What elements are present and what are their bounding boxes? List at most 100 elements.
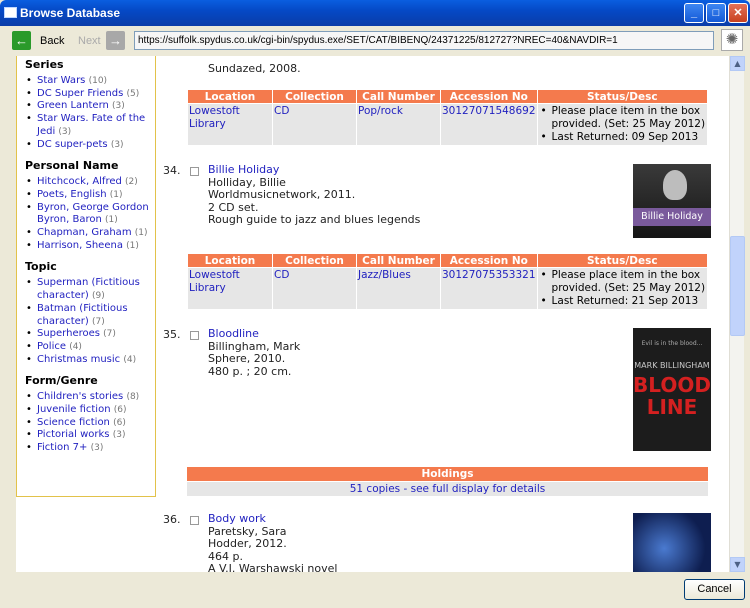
previous-record-publisher: Sundazed, 2008. xyxy=(208,62,301,75)
facet-link[interactable]: Children's stories xyxy=(37,391,123,402)
facet-item[interactable]: Juvenile fiction (6) xyxy=(25,404,151,417)
cover-image-billie-holiday[interactable]: Billie Holiday xyxy=(633,164,711,238)
facet-link[interactable]: Harrison, Sheena xyxy=(37,240,123,251)
facet-item[interactable]: Batman (Fictitious character) (7) xyxy=(25,303,151,328)
facet-item[interactable]: Christmas music (4) xyxy=(25,354,151,367)
facet-count: (6) xyxy=(113,405,127,416)
forward-arrow-icon[interactable]: → xyxy=(106,31,125,50)
facet-link[interactable]: Science fiction xyxy=(37,417,110,428)
facet-item[interactable]: Star Wars. Fate of the Jedi (3) xyxy=(25,113,151,138)
facet-link[interactable]: Green Lantern xyxy=(37,100,109,111)
cover-image-body-work[interactable] xyxy=(633,513,711,572)
facet-item[interactable]: DC Super Friends (5) xyxy=(25,88,151,101)
facet-link[interactable]: Star Wars xyxy=(37,75,85,86)
location-link[interactable]: Lowestoft Library xyxy=(189,269,240,294)
record-details: Billie Holiday Holliday, Billie Worldmus… xyxy=(208,163,420,227)
facet-count: (9) xyxy=(91,291,105,302)
column-header-accession: Accession No xyxy=(440,253,538,268)
facet-item[interactable]: DC super-pets (3) xyxy=(25,139,151,152)
back-button[interactable]: Back xyxy=(40,35,64,47)
facet-count: (8) xyxy=(126,392,140,403)
facet-link[interactable]: Fiction 7+ xyxy=(37,442,87,453)
cover-image-bloodline[interactable]: Evil is in the blood... MARK BILLINGHAM … xyxy=(633,328,711,451)
select-checkbox[interactable] xyxy=(190,516,199,525)
column-header-call-number: Call Number xyxy=(356,253,441,268)
facet-heading-personal-name: Personal Name xyxy=(25,159,119,173)
results-page: Series Star Wars (10) DC Super Friends (… xyxy=(16,56,729,572)
facet-item[interactable]: Chapman, Graham (1) xyxy=(25,227,151,240)
holdings-table: Location Collection Call Number Accessio… xyxy=(187,89,709,146)
facet-count: (3) xyxy=(112,101,125,112)
select-checkbox[interactable] xyxy=(190,331,199,340)
vertical-scrollbar[interactable]: ▲ ▼ xyxy=(729,56,745,572)
scroll-down-icon[interactable]: ▼ xyxy=(730,557,745,572)
facet-link[interactable]: Superheroes xyxy=(37,328,100,339)
location-link[interactable]: Lowestoft Library xyxy=(189,105,240,130)
facet-link[interactable]: Hitchcock, Alfred xyxy=(37,176,122,187)
select-checkbox[interactable] xyxy=(190,167,199,176)
facet-link[interactable]: Chapman, Graham xyxy=(37,227,132,238)
facet-item[interactable]: Byron, George Gordon Byron, Baron (1) xyxy=(25,202,151,227)
facet-link[interactable]: Poets, English xyxy=(37,189,107,200)
scroll-thumb[interactable] xyxy=(730,236,745,336)
facet-item[interactable]: Green Lantern (3) xyxy=(25,100,151,113)
facet-item[interactable]: Hitchcock, Alfred (2) xyxy=(25,176,151,189)
call-number-link[interactable]: Jazz/Blues xyxy=(358,269,411,281)
facet-link[interactable]: Superman (Fictitious character) xyxy=(37,277,140,301)
column-header-location: Location xyxy=(187,89,273,104)
column-header-status: Status/Desc xyxy=(536,253,709,268)
facet-item[interactable]: Superheroes (7) xyxy=(25,328,151,341)
accession-link[interactable]: 30127071548692 xyxy=(442,105,536,117)
back-arrow-icon[interactable]: ← xyxy=(12,31,31,50)
maximize-button[interactable]: □ xyxy=(706,3,726,23)
record-title-link[interactable]: Body work xyxy=(208,512,337,526)
facet-item[interactable]: Fiction 7+ (3) xyxy=(25,442,151,455)
scroll-up-icon[interactable]: ▲ xyxy=(730,56,745,71)
facet-link[interactable]: Police xyxy=(37,341,66,352)
navigation-toolbar: ← Back Next → https://suffolk.spydus.co.… xyxy=(0,26,750,56)
cancel-button[interactable]: Cancel xyxy=(684,579,745,600)
window-title: Browse Database xyxy=(20,6,121,20)
full-display-link[interactable]: 51 copies - see full display for details xyxy=(350,483,546,495)
facet-item[interactable]: Harrison, Sheena (1) xyxy=(25,240,151,253)
facet-count: (3) xyxy=(112,430,126,441)
facet-count: (7) xyxy=(103,329,116,340)
record-title-link[interactable]: Billie Holiday xyxy=(208,163,420,177)
collection-link[interactable]: CD xyxy=(274,105,289,117)
facet-link[interactable]: Christmas music xyxy=(37,354,120,365)
facet-item[interactable]: Science fiction (6) xyxy=(25,417,151,430)
holdings-summary-heading: Holdings xyxy=(187,467,708,482)
facet-item[interactable]: Star Wars (10) xyxy=(25,75,151,88)
loading-spinner-icon: ✺ xyxy=(721,29,743,51)
facet-link[interactable]: Batman (Fictitious character) xyxy=(37,303,128,327)
collection-link[interactable]: CD xyxy=(274,269,289,281)
facet-count: (3) xyxy=(110,139,124,150)
facet-link[interactable]: Juvenile fiction xyxy=(37,404,111,415)
table-row: Lowestoft Library CD Jazz/Blues 30127075… xyxy=(187,267,709,310)
record-title-link[interactable]: Bloodline xyxy=(208,327,300,341)
next-button[interactable]: Next xyxy=(78,35,101,47)
facet-item[interactable]: Police (4) xyxy=(25,341,151,354)
facet-item[interactable]: Poets, English (1) xyxy=(25,189,151,202)
facet-link[interactable]: DC Super Friends xyxy=(37,88,123,99)
call-number-link[interactable]: Pop/rock xyxy=(358,105,403,117)
address-bar[interactable]: https://suffolk.spydus.co.uk/cgi-bin/spy… xyxy=(134,31,714,50)
facet-link[interactable]: Star Wars. Fate of the Jedi xyxy=(37,113,145,137)
minimize-button[interactable]: _ xyxy=(684,3,704,23)
accession-link[interactable]: 30127075353321 xyxy=(442,269,536,281)
facet-link[interactable]: Byron, George Gordon Byron, Baron xyxy=(37,202,149,226)
cover-author: MARK BILLINGHAM xyxy=(634,361,710,370)
facet-link[interactable]: DC super-pets xyxy=(37,139,108,150)
close-window-button[interactable]: ✕ xyxy=(728,3,748,23)
facet-link[interactable]: Pictorial works xyxy=(37,429,110,440)
status-cell: Please place item in the box provided. (… xyxy=(536,267,709,310)
cover-tagline: Evil is in the blood... xyxy=(641,340,703,347)
facet-item[interactable]: Superman (Fictitious character) (9) xyxy=(25,277,151,302)
record-number: 34. xyxy=(163,164,181,177)
record-publisher: Hodder, 2012. xyxy=(208,537,287,551)
facet-item[interactable]: Pictorial works (3) xyxy=(25,429,151,442)
facet-heading-series: Series xyxy=(25,58,64,71)
record-publisher: Worldmusicnetwork, 2011. xyxy=(208,188,356,202)
cover-title-line-1: BLOOD xyxy=(633,373,711,397)
facet-item[interactable]: Children's stories (8) xyxy=(25,391,151,404)
